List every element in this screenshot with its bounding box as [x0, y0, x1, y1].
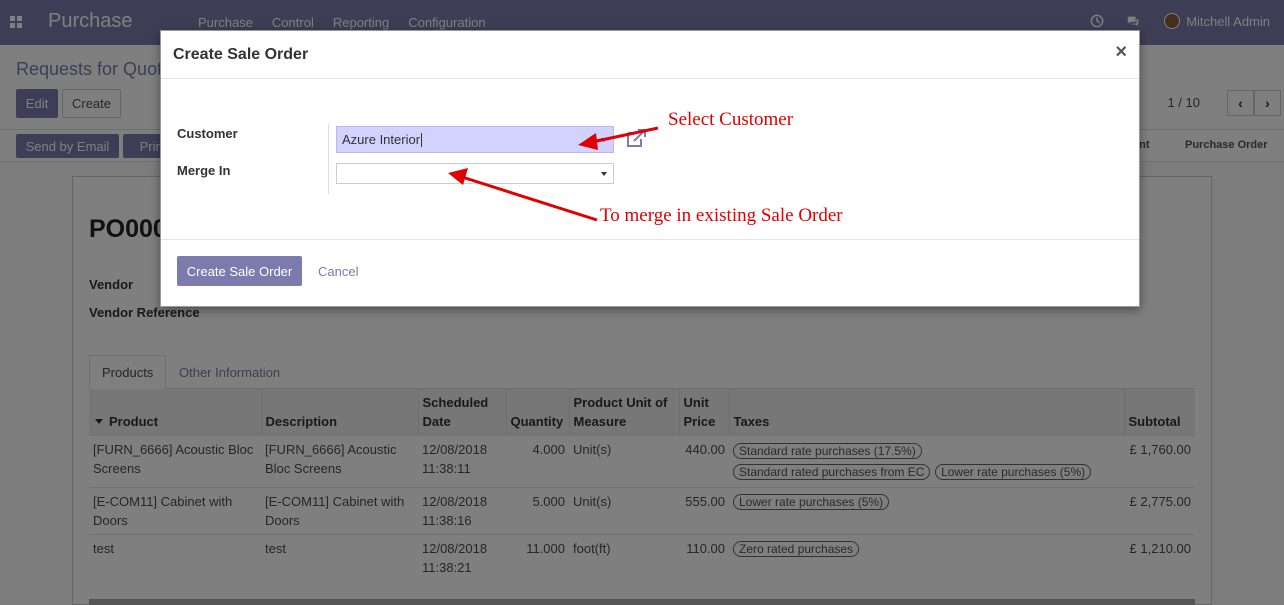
- annotation-merge-note: To merge in existing Sale Order: [600, 205, 843, 226]
- arrow-head-merge: [448, 168, 468, 185]
- annotation-arrows: [448, 126, 659, 222]
- arrow-to-merge: [461, 175, 598, 222]
- arrow-head-customer: [578, 133, 598, 150]
- annotation-select-customer: Select Customer: [668, 109, 794, 130]
- arrow-to-customer: [591, 126, 659, 144]
